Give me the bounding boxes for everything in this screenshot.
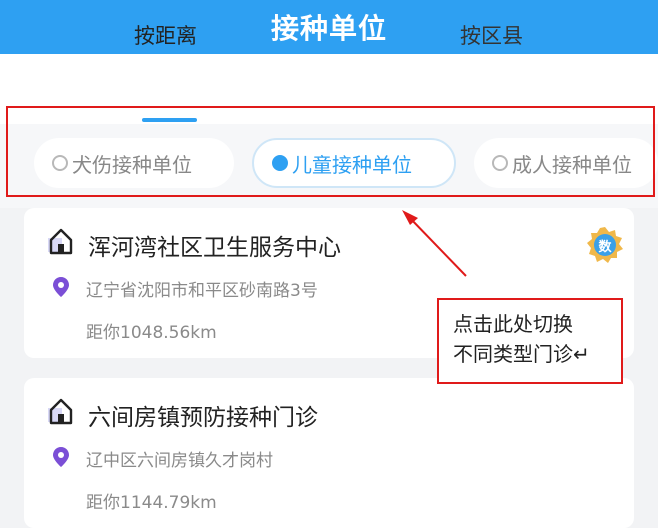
clinic-address: 辽宁省沈阳市和平区砂南路3号 <box>86 281 318 301</box>
digital-badge-icon: 数 <box>586 226 624 264</box>
page-header: 接种单位 <box>0 0 658 54</box>
home-icon <box>48 398 73 425</box>
location-pin-icon <box>53 277 69 297</box>
tab-by-district[interactable]: 按区县 <box>460 20 523 50</box>
clinic-distance: 距你1144.79km <box>86 493 217 513</box>
clinic-name: 六间房镇预防接种门诊 <box>88 405 318 431</box>
location-pin-icon <box>53 447 69 467</box>
annotation-line-2: 不同类型门诊↵ <box>453 342 590 366</box>
annotation-callout: 点击此处切换 不同类型门诊↵ <box>437 298 623 384</box>
annotation-line-1: 点击此处切换 <box>453 312 573 336</box>
home-icon <box>48 228 73 255</box>
clinic-name: 浑河湾社区卫生服务中心 <box>88 235 341 261</box>
badge-label: 数 <box>598 239 612 255</box>
clinic-distance: 距你1048.56km <box>86 323 217 343</box>
clinic-card[interactable]: 六间房镇预防接种门诊 辽中区六间房镇久才岗村 距你1144.79km <box>24 378 634 528</box>
page-title: 接种单位 <box>270 12 387 45</box>
tab-by-distance[interactable]: 按距离 <box>134 20 197 50</box>
clinic-address: 辽中区六间房镇久才岗村 <box>86 451 273 471</box>
annotation-highlight-box <box>6 106 655 197</box>
